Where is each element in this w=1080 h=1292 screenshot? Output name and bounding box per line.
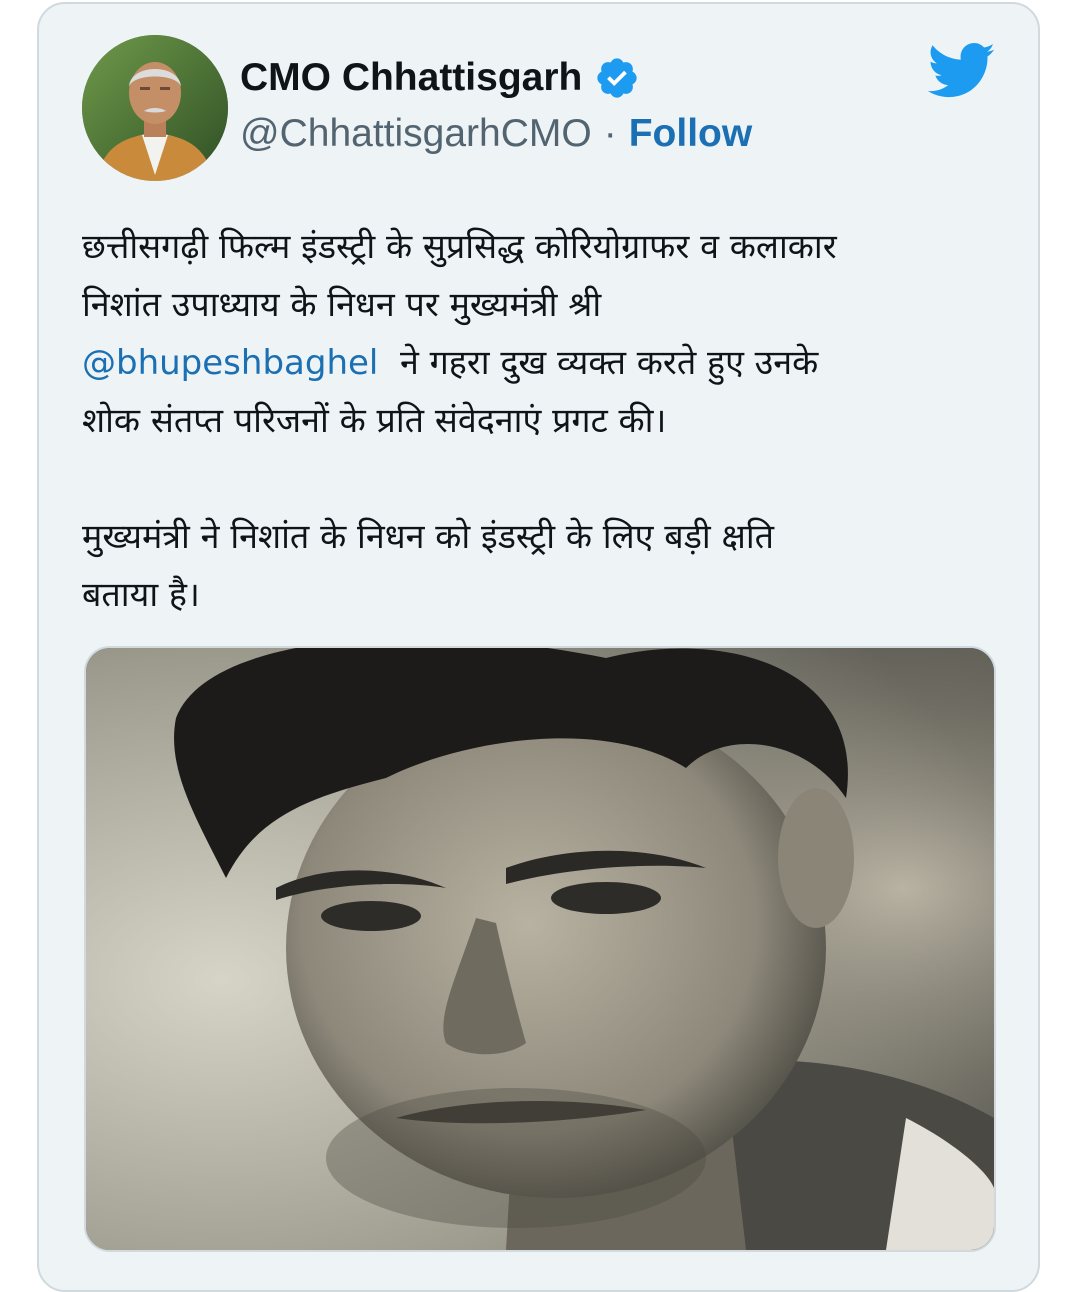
tweet-text-line: बताया है। xyxy=(82,575,200,615)
author-handle[interactable]: @ChhattisgarhCMO xyxy=(240,112,592,156)
follow-button[interactable]: Follow xyxy=(629,112,752,156)
tweet-text-line: शोक संतप्त परिजनों के प्रति संवेदनाएं प्… xyxy=(82,401,667,441)
author-avatar[interactable] xyxy=(82,35,228,181)
twitter-bird-icon[interactable] xyxy=(927,42,996,100)
author-name-row: CMO Chhattisgarh xyxy=(240,55,640,101)
verified-badge-icon xyxy=(594,55,640,101)
tweet-text-line: छत्तीसगढ़ी फिल्म इंडस्ट्री के सुप्रसिद्ध… xyxy=(82,227,837,267)
tweet-text-fragment: ने गहरा दुख व्यक्त करते हुए उनके xyxy=(399,343,819,383)
author-display-name[interactable]: CMO Chhattisgarh xyxy=(240,56,582,100)
tweet-text: छत्तीसगढ़ी फिल्म इंडस्ट्री के सुप्रसिद्ध… xyxy=(82,218,1007,624)
separator-dot: · xyxy=(603,112,617,155)
tweet-text-line: @bhupeshbaghel ने गहरा दुख व्यक्त करते ह… xyxy=(82,334,1007,392)
author-handle-row: @ChhattisgarhCMO · Follow xyxy=(240,112,752,156)
avatar-photo xyxy=(82,35,228,181)
tweet-text-line: निशांत उपाध्याय के निधन पर मुख्यमंत्री श… xyxy=(82,285,602,325)
tweet-photo[interactable] xyxy=(84,646,996,1252)
mention-link[interactable]: @bhupeshbaghel xyxy=(82,343,378,383)
portrait-photo xyxy=(86,648,994,1250)
tweet-text-line: मुख्यमंत्री ने निशांत के निधन को इंडस्ट्… xyxy=(82,517,775,557)
